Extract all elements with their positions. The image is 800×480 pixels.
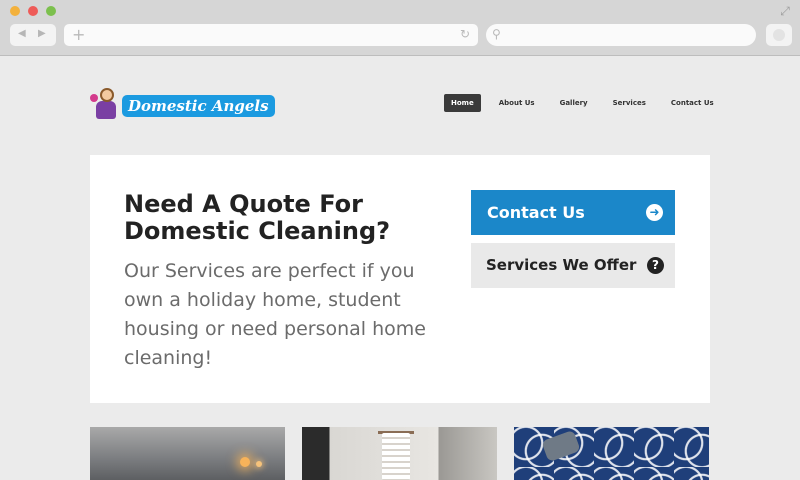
window-close-dot[interactable] xyxy=(28,6,38,16)
services-button-label: Services We Offer xyxy=(486,256,637,274)
search-icon: ⚲ xyxy=(492,27,501,41)
question-circle-icon: ? xyxy=(647,257,664,274)
site-logo[interactable]: Domestic Angels xyxy=(90,86,275,120)
window-minimize-dot[interactable] xyxy=(10,6,20,16)
main-navigation: Home About Us Gallery Services Contact U… xyxy=(444,94,721,112)
forward-arrow-icon[interactable]: ▶ xyxy=(38,28,46,39)
extension-button[interactable] xyxy=(766,24,792,46)
reload-icon[interactable]: ↻ xyxy=(460,27,470,41)
fullscreen-icon[interactable]: ⤢ xyxy=(778,4,792,18)
gallery-thumbnail-bathroom[interactable] xyxy=(302,427,497,480)
nav-item-contact-us[interactable]: Contact Us xyxy=(664,94,721,112)
quote-card: Need A Quote For Domestic Cleaning? Our … xyxy=(90,155,710,403)
angel-mascot-icon xyxy=(90,86,120,120)
nav-item-gallery[interactable]: Gallery xyxy=(553,94,595,112)
browser-search-bar[interactable]: ⚲ xyxy=(486,24,756,46)
gallery-thumbnail-living-room[interactable] xyxy=(90,427,285,480)
contact-us-button[interactable]: Contact Us ➜ xyxy=(471,190,675,235)
brand-name: Domestic Angels xyxy=(122,95,275,117)
browser-chrome: ⤢ ◀ ▶ + ↻ ⚲ xyxy=(0,0,800,56)
new-tab-icon[interactable]: + xyxy=(72,25,85,44)
contact-us-button-label: Contact Us xyxy=(487,203,585,222)
services-we-offer-button[interactable]: Services We Offer ? xyxy=(471,243,675,288)
back-arrow-icon[interactable]: ◀ xyxy=(18,28,26,39)
nav-item-home[interactable]: Home xyxy=(444,94,481,112)
address-bar[interactable]: + ↻ xyxy=(64,24,478,46)
window-maximize-dot[interactable] xyxy=(46,6,56,16)
hero-heading: Need A Quote For Domestic Cleaning? xyxy=(124,190,391,245)
history-buttons: ◀ ▶ xyxy=(10,24,56,46)
arrow-circle-right-icon: ➜ xyxy=(646,204,663,221)
nav-item-about-us[interactable]: About Us xyxy=(492,94,542,112)
gallery-thumbnail-carpet-vacuum[interactable] xyxy=(514,427,709,480)
nav-item-services[interactable]: Services xyxy=(606,94,653,112)
hero-description: Our Services are perfect if you own a ho… xyxy=(124,260,426,369)
